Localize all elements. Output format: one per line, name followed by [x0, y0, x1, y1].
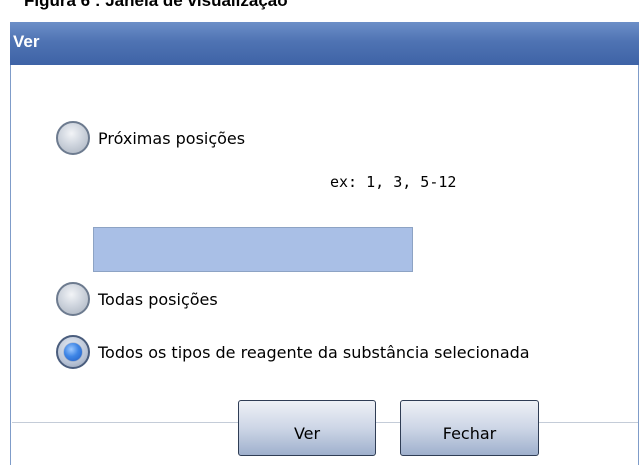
all-positions-radio-button[interactable] — [56, 282, 90, 316]
dialog-title: Ver — [13, 32, 40, 51]
all-positions-label[interactable]: Todas posições — [98, 290, 218, 309]
view-button[interactable]: Ver — [238, 400, 376, 456]
view-dialog: Ver Próximas posições ex: 1, 3, 5-12 Tod… — [10, 22, 639, 465]
radio-option-next-positions[interactable]: Próximas posições — [56, 121, 245, 155]
next-positions-label[interactable]: Próximas posições — [98, 129, 245, 148]
radio-option-all-reagent-types[interactable]: Todos os tipos de reagente da substância… — [56, 335, 530, 369]
close-button[interactable]: Fechar — [400, 400, 539, 456]
close-button-label: Fechar — [442, 423, 497, 443]
radio-selected-dot-icon — [64, 343, 82, 361]
dialog-titlebar[interactable]: Ver — [10, 22, 639, 65]
figure-caption: Figura 6 : Janela de visualização — [0, 0, 639, 22]
figure-caption-text: Figura 6 : Janela de visualização — [24, 0, 288, 10]
positions-input[interactable] — [93, 227, 413, 272]
next-positions-radio-button[interactable] — [56, 121, 90, 155]
positions-format-hint: ex: 1, 3, 5-12 — [330, 173, 457, 191]
view-button-label: Ver — [293, 423, 321, 443]
all-reagent-types-radio-button[interactable] — [56, 335, 90, 369]
all-reagent-types-label[interactable]: Todos os tipos de reagente da substância… — [98, 343, 530, 362]
radio-option-all-positions[interactable]: Todas posições — [56, 282, 218, 316]
